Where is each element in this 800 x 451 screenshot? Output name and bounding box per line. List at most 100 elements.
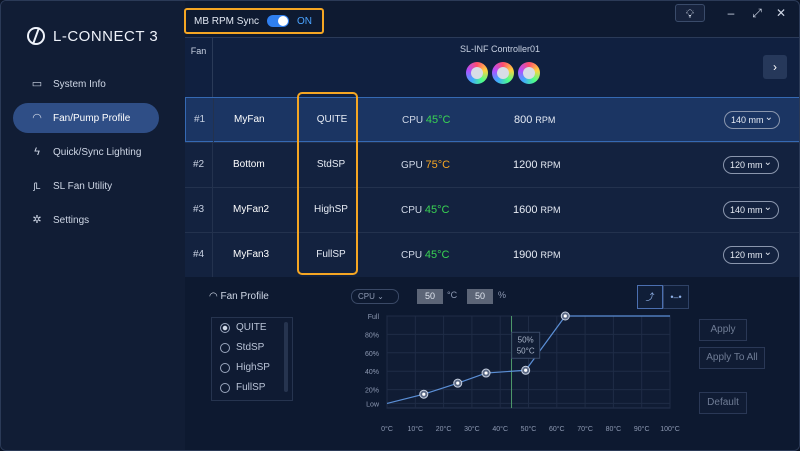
rgb-fan-icon: [492, 62, 514, 84]
rpm-value: 800: [514, 114, 533, 126]
curve-point[interactable]: [419, 389, 429, 399]
x-tick-label: 100°C: [660, 425, 680, 433]
fan-size-dropdown[interactable]: 140 mm: [723, 200, 779, 219]
rpm-value: 1600: [513, 204, 538, 216]
maximize-button[interactable]: ⤢: [749, 4, 765, 22]
chevron-down-icon: ⌄: [377, 292, 384, 301]
lian-li-logo-icon: [27, 27, 45, 45]
profile-column-highlight: [297, 92, 358, 275]
curve-point-inner: [484, 371, 488, 375]
minimize-icon: –: [727, 6, 735, 20]
temp-value: 45°C: [424, 249, 450, 261]
controller-name: SL-INF Controller01: [459, 44, 541, 54]
lightbulb-button[interactable]: 💡︎: [675, 4, 705, 22]
temp-unit: °C: [447, 290, 458, 300]
sidebar-item-label: Quick/Sync Lighting: [53, 146, 142, 158]
y-tick-label: 40%: [365, 369, 379, 376]
chevron-right-icon: ›: [773, 60, 777, 74]
fan-name: MyFan3: [233, 249, 270, 260]
x-tick-label: 70°C: [577, 425, 593, 433]
gear-icon: ✲: [32, 214, 42, 226]
y-tick-label: 80%: [365, 332, 379, 339]
fan-size-dropdown[interactable]: 120 mm: [723, 245, 779, 264]
rpm-unit: RPM: [535, 115, 556, 125]
fan-size-dropdown[interactable]: 120 mm: [723, 155, 779, 174]
profile-list: QUITE StdSP HighSP FullSP: [211, 317, 293, 401]
x-tick-label: 90°C: [634, 425, 650, 433]
mb-rpm-sync-state: ON: [297, 15, 313, 27]
fan-size-dropdown[interactable]: 140 mm: [724, 110, 780, 129]
apply-to-all-button[interactable]: Apply To All: [699, 347, 765, 369]
sidebar-item-quick-sync-lighting[interactable]: ϟ Quick/Sync Lighting: [13, 137, 159, 167]
fan-name: Bottom: [233, 159, 265, 170]
lightbulb-icon: 💡︎: [685, 7, 695, 21]
curve-point[interactable]: [521, 365, 531, 375]
fan-row[interactable]: #1 MyFan QUITE CPU 45°C 800 RPM 140 mm: [185, 97, 799, 143]
fan-temp: CPU 45°C: [402, 98, 450, 143]
rgb-fan-icon: [518, 62, 540, 84]
temp-source-dropdown[interactable]: CPU ⌄: [351, 289, 399, 304]
curve-point-inner: [422, 392, 426, 396]
sidebar-item-label: SL Fan Utility: [53, 180, 113, 192]
y-tick-label: Low: [366, 401, 380, 408]
fan-profile-panel: ◠ Fan Profile QUITE StdSP HighSP FullSP …: [185, 277, 799, 451]
x-tick-label: 80°C: [606, 425, 622, 433]
y-tick-label: 60%: [365, 351, 379, 358]
sidebar-nav: ▭ System Info ◠ Fan/Pump Profile ϟ Quick…: [1, 69, 185, 239]
profile-option-quite[interactable]: QUITE: [212, 318, 292, 338]
x-tick-label: 40°C: [492, 425, 508, 433]
sidebar: L-CONNECT 3 ▭ System Info ◠ Fan/Pump Pro…: [1, 1, 185, 450]
fan-table: Fan SL-INF Controller01 › #1 MyFan QUITE…: [185, 37, 799, 278]
curve-point[interactable]: [453, 378, 463, 388]
app-title: L-CONNECT 3: [53, 27, 159, 45]
close-button[interactable]: ✕: [773, 4, 789, 22]
mb-rpm-sync-toggle[interactable]: [267, 15, 290, 27]
default-button[interactable]: Default: [699, 392, 747, 414]
fan-gauge-icon: ◠: [32, 112, 42, 124]
fan-temp: GPU 75°C: [401, 143, 450, 188]
sidebar-item-fan-pump-profile[interactable]: ◠ Fan/Pump Profile: [13, 103, 159, 133]
x-tick-label: 30°C: [464, 425, 480, 433]
profile-option-highsp[interactable]: HighSP: [212, 358, 292, 378]
fan-temp: CPU 45°C: [401, 233, 449, 278]
next-controller-button[interactable]: ›: [763, 55, 787, 79]
profile-list-scrollbar[interactable]: [284, 322, 288, 392]
curve-point-inner: [456, 381, 460, 385]
fan-temp: CPU 45°C: [401, 188, 449, 233]
fan-column-header: Fan: [185, 38, 213, 98]
sidebar-item-label: Settings: [53, 214, 90, 226]
profile-option-fullsp[interactable]: FullSP: [212, 378, 292, 398]
temp-input[interactable]: 50: [417, 289, 443, 304]
sidebar-item-label: Fan/Pump Profile: [53, 112, 131, 124]
minimize-button[interactable]: –: [723, 4, 739, 22]
fan-number: #2: [185, 143, 213, 188]
sidebar-item-system-info[interactable]: ▭ System Info: [13, 69, 159, 99]
rpm-unit: RPM: [540, 250, 561, 260]
fan-number: #3: [185, 188, 213, 233]
curve-point[interactable]: [481, 368, 491, 378]
fan-row[interactable]: #2 Bottom StdSP GPU 75°C 1200 RPM 120 mm: [185, 142, 799, 188]
percent-input[interactable]: 50: [467, 289, 493, 304]
close-icon: ✕: [775, 6, 787, 20]
fan-curve-chart[interactable]: 0°C 10°C 20°C 30°C 40°C 50°C 60°C 70°C 80°C 90°C 1…: [335, 311, 695, 451]
profile-option-stdsp[interactable]: StdSP: [212, 338, 292, 358]
fan-profile-title: ◠ Fan Profile: [209, 291, 269, 302]
temp-value: 45°C: [424, 204, 450, 216]
fan-table-header: Fan SL-INF Controller01 ›: [185, 37, 799, 98]
x-tick-label: 0°C: [381, 425, 393, 433]
fan-name: MyFan: [234, 114, 265, 125]
curve-point-inner: [524, 368, 528, 372]
flat-mode-button[interactable]: •–•: [663, 285, 689, 309]
monitor-icon: ▭: [31, 78, 43, 90]
sidebar-item-settings[interactable]: ✲ Settings: [13, 205, 159, 235]
fan-row[interactable]: #4 MyFan3 FullSP CPU 45°C 1900 RPM 120 m…: [185, 232, 799, 278]
rpm-value: 1900: [513, 249, 538, 261]
fan-row[interactable]: #3 MyFan2 HighSP CPU 45°C 1600 RPM 140 m…: [185, 187, 799, 233]
x-tick-label: 20°C: [436, 425, 452, 433]
sidebar-item-sl-fan-utility[interactable]: ʃL SL Fan Utility: [13, 171, 159, 201]
curve-mode-button[interactable]: ⤴: [637, 285, 663, 309]
temp-value: 75°C: [425, 159, 451, 171]
curve-point[interactable]: [560, 311, 570, 321]
rpm-value: 1200: [513, 159, 538, 171]
apply-button[interactable]: Apply: [699, 319, 747, 341]
